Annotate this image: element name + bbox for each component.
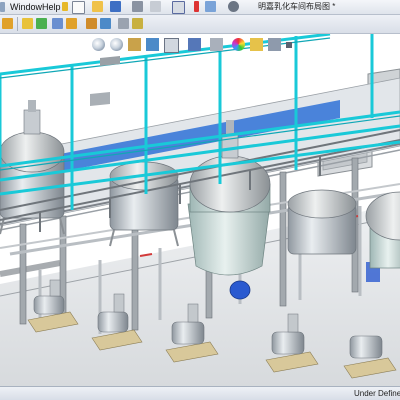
toolbar-separator [17, 17, 18, 31]
select-icon[interactable] [172, 1, 185, 14]
edit-appearance-icon[interactable] [232, 38, 245, 51]
pushpin-icon[interactable] [62, 2, 68, 11]
menu-window[interactable]: Window [8, 1, 44, 13]
apply-scene-icon[interactable] [250, 38, 263, 51]
command-toolbar [0, 15, 400, 34]
display-style-icon[interactable] [188, 38, 201, 51]
factory-3d-model [0, 34, 400, 386]
rebuild-icon[interactable] [52, 18, 63, 29]
view-settings-icon[interactable] [268, 38, 281, 51]
heads-up-view-toolbar [92, 38, 304, 54]
menu-help[interactable]: Help [40, 1, 63, 13]
menu-bar: Window Help 明嘉乳化车间布局图 * [0, 0, 400, 15]
sketch-icon[interactable] [2, 18, 13, 29]
previous-view-icon[interactable] [128, 38, 141, 51]
dropdown-arrow-icon[interactable] [286, 42, 292, 48]
component-icon[interactable] [36, 18, 47, 29]
mate-icon[interactable] [66, 18, 77, 29]
file-properties-icon[interactable] [205, 1, 216, 12]
smart-dimension-icon[interactable] [22, 18, 33, 29]
hide-show-items-icon[interactable] [210, 38, 223, 51]
toolbar-overflow-icon[interactable] [0, 2, 5, 12]
linear-pattern-icon[interactable] [86, 18, 97, 29]
status-bar: Under Defined [0, 386, 400, 400]
status-definition-text: Under Defined [354, 389, 400, 398]
undo-icon[interactable] [150, 1, 161, 12]
rebuild-traffic-light-icon[interactable] [194, 1, 199, 12]
blue-motor [229, 280, 251, 300]
zoom-to-fit-icon[interactable] [92, 38, 105, 51]
document-title: 明嘉乳化车间布局图 * [258, 2, 336, 11]
zoom-to-area-icon[interactable] [110, 38, 123, 51]
save-icon[interactable] [110, 1, 121, 12]
solidworks-window: Window Help 明嘉乳化车间布局图 * Under Define [0, 0, 400, 400]
move-component-icon[interactable] [100, 18, 111, 29]
options-gear-icon[interactable] [228, 1, 239, 12]
open-icon[interactable] [92, 1, 103, 12]
options-icon[interactable] [132, 18, 143, 29]
section-view-icon[interactable] [146, 38, 159, 51]
explode-view-icon[interactable] [118, 18, 129, 29]
print-icon[interactable] [132, 1, 143, 12]
new-document-icon[interactable] [72, 1, 85, 14]
view-orientation-icon[interactable] [164, 38, 179, 53]
graphics-area[interactable] [0, 34, 400, 386]
